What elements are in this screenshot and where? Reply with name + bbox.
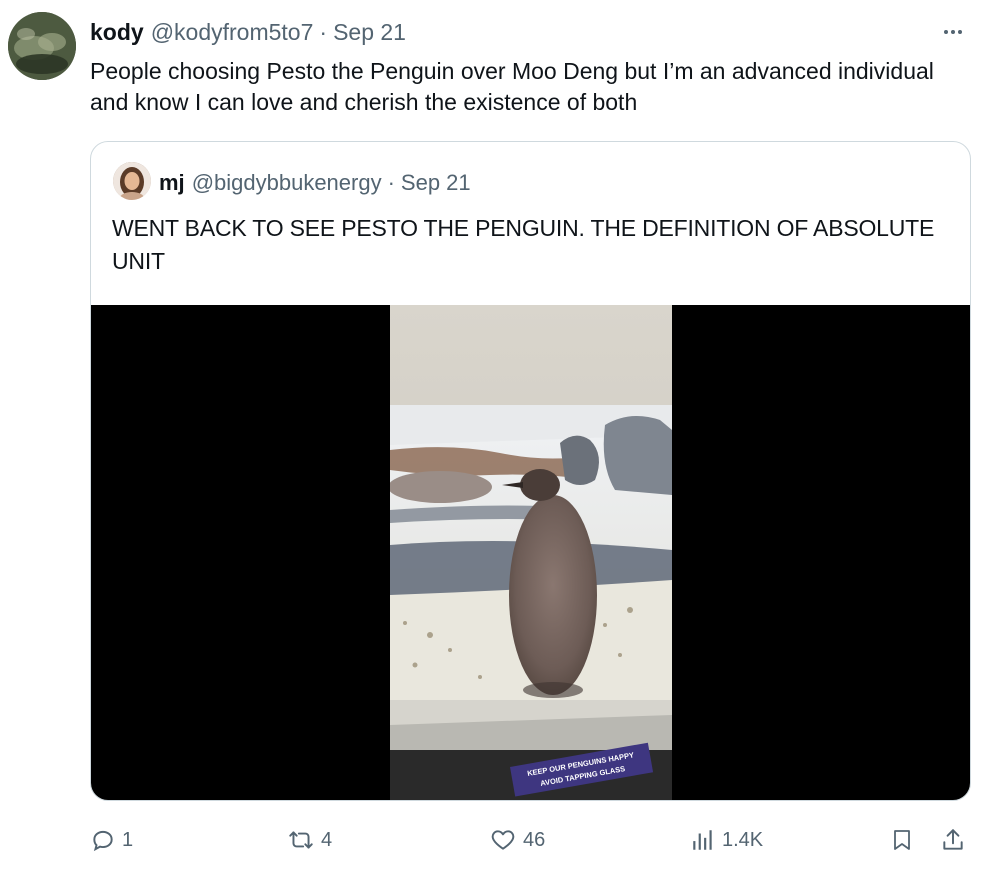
quoted-media[interactable]: KEEP OUR PENGUINS HAPPY AVOID TAPPING GL… <box>91 305 970 800</box>
quoted-author-avatar[interactable] <box>113 162 151 200</box>
quoted-date[interactable]: Sep 21 <box>401 170 471 196</box>
quoted-text: WENT BACK TO SEE PESTO THE PENGUIN. THE … <box>112 215 935 274</box>
quoted-display-name[interactable]: mj <box>159 170 185 196</box>
header-separator: · <box>319 18 328 45</box>
bookmark-icon <box>890 827 914 853</box>
bookmark-button[interactable] <box>890 820 914 860</box>
repost-icon <box>287 827 315 853</box>
more-icon[interactable] <box>935 14 971 50</box>
tweet-header: kody @kodyfrom5to7 · Sep 21 <box>90 17 406 47</box>
repost-button[interactable]: 4 <box>287 820 332 860</box>
author-avatar[interactable] <box>8 12 76 80</box>
heart-icon <box>489 827 517 853</box>
reply-icon <box>90 827 116 853</box>
tweet-date[interactable]: Sep 21 <box>333 19 406 46</box>
share-icon <box>940 827 966 853</box>
action-bar: 1 4 46 1.4K <box>0 820 985 860</box>
quoted-handle[interactable]: @bigdybbukenergy <box>192 170 382 196</box>
reply-count: 1 <box>122 828 134 851</box>
like-count: 46 <box>523 828 546 851</box>
author-display-name[interactable]: kody <box>90 19 144 46</box>
views-count: 1.4K <box>722 828 764 851</box>
like-button[interactable]: 46 <box>489 820 545 860</box>
repost-count: 4 <box>321 828 333 851</box>
views-button[interactable]: 1.4K <box>690 820 763 860</box>
tweet-text: People choosing Pesto the Penguin over M… <box>90 58 934 115</box>
author-handle[interactable]: @kodyfrom5to7 <box>151 19 314 46</box>
penguin-video-frame[interactable]: KEEP OUR PENGUINS HAPPY AVOID TAPPING GL… <box>390 305 672 800</box>
reply-button[interactable]: 1 <box>90 820 133 860</box>
quoted-header-separator: · <box>387 170 395 195</box>
quoted-header: mj @bigdybbukenergy · Sep 21 <box>159 169 471 197</box>
quoted-tweet[interactable]: mj @bigdybbukenergy · Sep 21 WENT BACK T… <box>90 141 971 801</box>
share-button[interactable] <box>940 820 966 860</box>
views-icon <box>690 827 716 853</box>
